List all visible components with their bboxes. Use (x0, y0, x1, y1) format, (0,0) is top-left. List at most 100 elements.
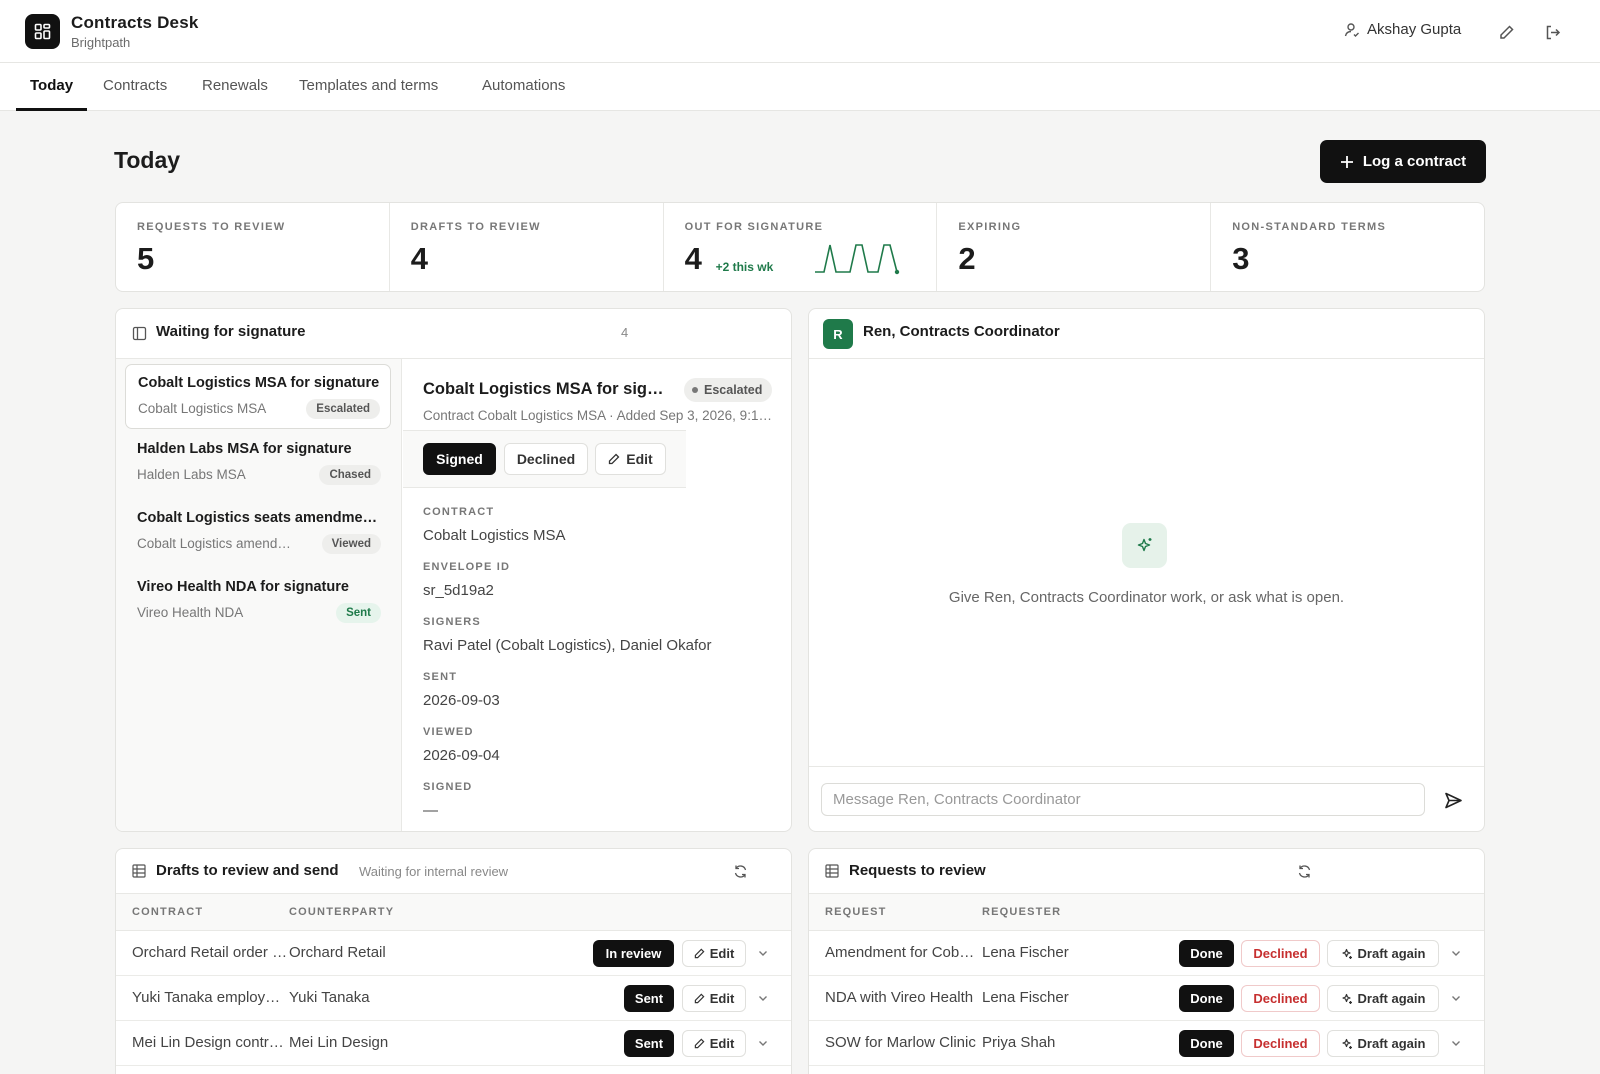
logout-icon[interactable] (1542, 22, 1562, 42)
pencil-icon (694, 1038, 705, 1049)
done-button[interactable]: Done (1179, 985, 1234, 1012)
edit-button[interactable]: Edit (682, 1030, 746, 1057)
draft-again-button[interactable]: Draft again (1327, 985, 1439, 1012)
chevron-down-icon[interactable] (1449, 991, 1463, 1005)
tab-templates-and-terms[interactable]: Templates and terms (299, 63, 438, 111)
chevron-down-icon[interactable] (756, 991, 770, 1005)
list-item-title: Halden Labs MSA for signature (137, 441, 352, 457)
contract-cell: Yuki Tanaka employment agreement (132, 989, 288, 1006)
table-icon (825, 864, 839, 878)
sparkle-icon (1341, 1038, 1353, 1050)
requester-cell: Lena Fischer (982, 989, 1069, 1006)
declined-button[interactable]: Declined (1241, 1030, 1320, 1057)
sparkle-icon (1122, 523, 1167, 568)
list-item[interactable]: Cobalt Logistics MSA for signature Cobal… (125, 364, 391, 429)
stat-value: 5 (137, 241, 155, 276)
list-item[interactable]: Cobalt Logistics seats amendment for sig… (125, 500, 391, 565)
done-button[interactable]: Done (1179, 940, 1234, 967)
stat-label: DRAFTS TO REVIEW (410, 221, 541, 233)
field-label: SIGNED (423, 781, 473, 793)
message-input[interactable] (821, 783, 1425, 816)
draft-again-button[interactable]: Draft again (1327, 1030, 1439, 1057)
edit-button[interactable]: Edit (595, 443, 666, 475)
counterparty-cell: Orchard Retail (289, 944, 386, 961)
chat-panel: R Ren, Contracts Coordinator Give Ren, C… (808, 308, 1485, 832)
list-item[interactable]: Halden Labs MSA for signature Halden Lab… (125, 431, 391, 496)
plus-icon (1340, 155, 1354, 169)
table-row[interactable]: Orchard Retail order form Orchard Retail… (116, 931, 791, 976)
stat-out-for-signature[interactable]: OUT FOR SIGNATURE 4 +2 this wk (664, 203, 938, 291)
column-header: REQUESTER (982, 906, 1062, 918)
status-badge: Chased (319, 465, 381, 485)
counterparty-cell: Mei Lin Design (289, 1034, 389, 1051)
stat-expiring[interactable]: EXPIRING 2 (937, 203, 1212, 291)
signature-list: Cobalt Logistics MSA for signature Cobal… (116, 359, 402, 831)
log-contract-button[interactable]: Log a contract (1320, 140, 1486, 183)
edit-button[interactable]: Edit (682, 985, 746, 1012)
edit-button[interactable]: Edit (682, 940, 746, 967)
chat-composer (809, 766, 1484, 831)
field-value: 2026-09-03 (423, 692, 500, 709)
stat-value: 4 (410, 241, 429, 276)
refresh-icon[interactable] (733, 864, 748, 879)
stat-value: 3 (1232, 241, 1250, 276)
app-logo-icon[interactable] (25, 14, 60, 49)
table-row[interactable]: Amendment for Cobalt Logistics Lena Fisc… (809, 931, 1484, 976)
stat-value: 2 (958, 241, 976, 276)
pencil-icon (608, 453, 620, 465)
page-title: Today (114, 147, 181, 173)
panel-icon (132, 326, 147, 341)
chat-empty-state: Give Ren, Contracts Coordinator work, or… (948, 589, 1345, 606)
list-item-title: Cobalt Logistics seats amendment for sig… (137, 510, 382, 526)
field-label: VIEWED (423, 726, 474, 738)
tab-today[interactable]: Today (16, 63, 88, 111)
refresh-icon[interactable] (1297, 864, 1312, 879)
draft-again-button[interactable]: Draft again (1327, 940, 1439, 967)
stat-non-standard-terms[interactable]: NON-STANDARD TERMS 3 (1211, 203, 1484, 291)
tab-renewals[interactable]: Renewals (202, 63, 268, 111)
declined-button[interactable]: Declined (1241, 985, 1320, 1012)
field-label: ENVELOPE ID (423, 561, 511, 573)
edit-label: Edit (709, 946, 735, 961)
done-button[interactable]: Done (1179, 1030, 1234, 1057)
panel-header: Waiting for signature 4 (116, 309, 791, 359)
edit-label: Edit (626, 451, 653, 467)
requests-header: Requests to review (809, 849, 1484, 894)
declined-button[interactable]: Declined (1241, 940, 1320, 967)
declined-button[interactable]: Declined (504, 443, 588, 475)
detail-subtitle: Contract Cobalt Logistics MSA · Added Se… (423, 408, 778, 423)
draft-again-label: Draft again (1357, 1036, 1426, 1051)
column-header: REQUEST (825, 906, 887, 918)
pencil-icon (694, 948, 705, 959)
table-row[interactable]: Yuki Tanaka employment agreement Yuki Ta… (116, 976, 791, 1021)
signed-button[interactable]: Signed (423, 443, 496, 475)
stat-requests-to-review[interactable]: REQUESTS TO REVIEW 5 (116, 203, 390, 291)
chevron-down-icon[interactable] (756, 1036, 770, 1050)
chevron-down-icon[interactable] (756, 946, 770, 960)
requester-cell: Priya Shah (982, 1034, 1056, 1051)
stat-label: EXPIRING (958, 221, 1022, 233)
sparkline-chart (814, 244, 899, 275)
field-value: sr_5d19a2 (423, 582, 494, 599)
edit-label: Edit (709, 991, 735, 1006)
field-value: Ravi Patel (Cobalt Logistics), Daniel Ok… (423, 637, 712, 654)
column-header: CONTRACT (132, 906, 204, 918)
table-row[interactable]: NDA with Vireo Health Lena Fischer Done … (809, 976, 1484, 1021)
user-name: Akshay Gupta (1367, 21, 1462, 38)
tab-contracts[interactable]: Contracts (103, 63, 167, 111)
table-row[interactable]: Mei Lin Design contractor agreement Mei … (116, 1021, 791, 1066)
chevron-down-icon[interactable] (1449, 946, 1463, 960)
sparkle-icon (1341, 993, 1353, 1005)
stat-drafts-to-review[interactable]: DRAFTS TO REVIEW 4 (390, 203, 664, 291)
column-header: COUNTERPARTY (289, 906, 395, 918)
stat-label: OUT FOR SIGNATURE (684, 221, 824, 233)
tab-automations[interactable]: Automations (482, 63, 565, 111)
edit-icon[interactable] (1496, 22, 1516, 42)
table-row[interactable]: SOW for Marlow Clinic Priya Shah Done De… (809, 1021, 1484, 1066)
user-menu[interactable]: Akshay Gupta (1344, 21, 1461, 38)
chevron-down-icon[interactable] (1449, 1036, 1463, 1050)
list-item[interactable]: Vireo Health NDA for signature Vireo Hea… (125, 569, 391, 634)
field-label: SENT (423, 671, 458, 683)
sparkle-icon (1341, 948, 1353, 960)
send-icon[interactable] (1440, 787, 1466, 813)
